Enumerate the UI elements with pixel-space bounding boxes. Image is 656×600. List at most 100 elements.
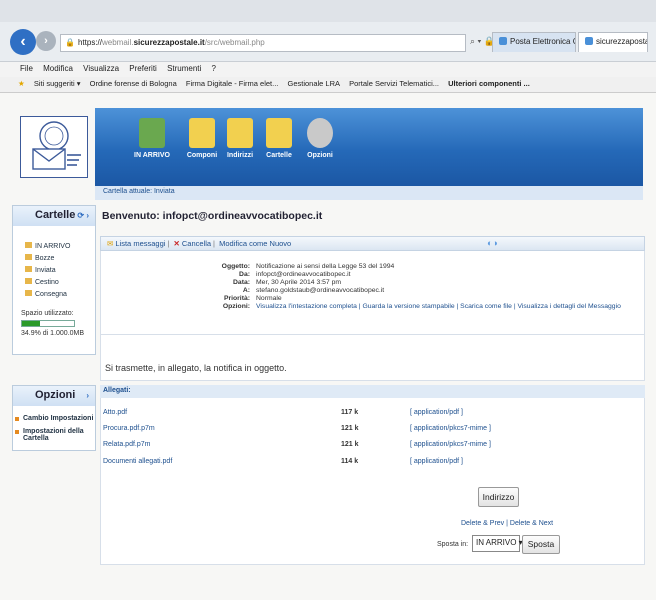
toolbar-label: Indirizzi	[226, 152, 254, 159]
attachment-row: Procura.pdf.p7m 121 k [ application/pkcs…	[100, 421, 645, 438]
options-title: Opzioni ›	[13, 386, 95, 406]
attachments-title: Allegati:	[100, 385, 645, 398]
envelope-seal-icon	[32, 121, 81, 170]
folder-icon	[25, 266, 32, 272]
folder-drafts[interactable]: Bozze	[13, 252, 95, 264]
attachment-type[interactable]: [ application/pkcs7-mime ]	[410, 425, 491, 432]
attachment-size: 121 k	[341, 425, 359, 432]
folder-icon	[266, 118, 292, 148]
fav-item[interactable]: Ulteriori componenti ...	[448, 79, 530, 88]
attachment-size: 121 k	[341, 441, 359, 448]
toolbar-label: IN ARRIVO	[134, 152, 170, 159]
attachment-name[interactable]: Procura.pdf.p7m	[103, 425, 155, 432]
toolbar-folders[interactable]: Cartelle	[258, 118, 300, 159]
attachment-name[interactable]: Relata.pdf.p7m	[103, 441, 150, 448]
fav-item[interactable]: Portale Servizi Telematici...	[349, 79, 439, 88]
usage-fill	[22, 321, 41, 326]
gear-icon	[307, 118, 333, 148]
delete-link[interactable]: Cancella	[182, 239, 211, 248]
folder-icon	[25, 242, 32, 248]
message-body-text: Si trasmette, in allegato, la notifica i…	[105, 363, 287, 373]
url-domain: sicurezzapostale.it	[133, 38, 205, 47]
move-label: Sposta in:	[437, 541, 469, 548]
delete-nav-links: Delete & Prev | Delete & Next	[461, 520, 554, 527]
back-button[interactable]: ‹	[10, 29, 36, 55]
delete-prev-link[interactable]: Delete & Prev	[461, 520, 504, 527]
folder-delivery[interactable]: Consegna	[13, 288, 95, 300]
forward-button[interactable]: ›	[36, 31, 56, 51]
tab-sicurezzapostale[interactable]: sicurezzapostale.it	[578, 32, 648, 52]
list-messages-link[interactable]: Lista messaggi	[115, 239, 165, 248]
sicurezza-postale-logo	[20, 116, 88, 178]
delete-next-link[interactable]: Delete & Next	[510, 520, 553, 527]
toolbar-label: Componi	[186, 152, 218, 159]
option-folder-settings[interactable]: Impostazioni della Cartella	[13, 425, 95, 445]
folder-sent[interactable]: Inviata	[13, 264, 95, 276]
folders-title: Cartelle ⟳ ›	[13, 206, 95, 226]
attachment-name[interactable]: Atto.pdf	[103, 409, 127, 416]
addressbook-icon	[227, 118, 253, 148]
chevron-right-icon[interactable]: ›	[86, 391, 89, 400]
current-folder: Cartella attuale: Inviata	[95, 186, 643, 200]
envelope-icon: ✉	[107, 239, 114, 248]
fav-item[interactable]: Siti suggeriti ▾	[34, 79, 81, 88]
menu-preferiti[interactable]: Preferiti	[129, 64, 157, 73]
inbox-icon	[139, 118, 165, 148]
option-change-settings[interactable]: Cambio Impostazioni	[13, 412, 95, 425]
menu-help[interactable]: ?	[212, 64, 216, 73]
options-links[interactable]: Visualizza l'intestazione completa | Gua…	[256, 303, 621, 310]
welcome-text: Benvenuto: infopct@ordineavvocatibopec.i…	[102, 210, 323, 222]
menu-file[interactable]: File	[20, 64, 33, 73]
message-actions: ✉ Lista messaggi | ✕ Cancella | Modifica c…	[100, 236, 645, 251]
favorites-bar: ★ Siti suggeriti ▾ Ordine forense di Bol…	[0, 77, 656, 93]
attachment-type[interactable]: [ application/pdf ]	[410, 409, 463, 416]
folders-panel: Cartelle ⟳ › IN ARRIVO Bozze Inviata Cest…	[12, 205, 96, 355]
attachment-row: Relata.pdf.p7m 121 k [ application/pkcs7…	[100, 437, 645, 454]
attachment-row: Documenti allegati.pdf 114 k [ applicati…	[100, 454, 645, 471]
message-body	[100, 335, 645, 381]
menu-modifica[interactable]: Modifica	[43, 64, 73, 73]
usage-bar	[21, 320, 75, 327]
folder-inbox[interactable]: IN ARRIVO	[13, 240, 95, 252]
toolbar-options[interactable]: Opzioni	[299, 118, 341, 159]
folder-trash[interactable]: Cestino	[13, 276, 95, 288]
attachment-size: 114 k	[341, 458, 359, 465]
move-folder-select[interactable]: IN ARRIVO ▾	[472, 535, 523, 552]
tab-label: Posta Elettronica Certificata	[510, 37, 575, 46]
menu-bar: File Modifica Visualizza Preferiti Strum…	[0, 62, 656, 77]
tab-favicon	[585, 37, 593, 45]
options-panel: Opzioni › Cambio Impostazioni Impostazion…	[12, 385, 96, 451]
star-icon: ★	[18, 79, 25, 88]
tab-favicon	[499, 37, 507, 45]
fav-item[interactable]: Gestionale LRA	[287, 79, 340, 88]
attachment-row: Atto.pdf 117 k [ application/pdf ]	[100, 405, 645, 422]
move-button[interactable]: Sposta	[522, 535, 560, 554]
url-scheme: https://	[77, 38, 102, 47]
attachment-type[interactable]: [ application/pkcs7-mime ]	[410, 441, 491, 448]
url-input[interactable]: 🔒 https://webmail.sicurezzapostale.it/src…	[60, 34, 466, 52]
toolbar-label: Opzioni	[307, 152, 333, 159]
mark-unread-link[interactable]: Modifica come Nuovo	[219, 239, 291, 248]
usage-text: 34.9% di 1.000.0MB	[21, 330, 85, 337]
tab-label: sicurezzapostale.it	[596, 37, 648, 46]
attachment-type[interactable]: [ application/pdf ]	[410, 458, 463, 465]
toolbar-label: Cartelle	[266, 152, 292, 159]
toolbar-addresses[interactable]: Indirizzi	[219, 118, 261, 159]
prev-next-icons[interactable]: ◐◑	[487, 238, 498, 248]
tab-pec[interactable]: Posta Elettronica Certificata	[492, 32, 576, 52]
compose-icon	[189, 118, 215, 148]
folder-icon	[25, 290, 32, 296]
attachment-name[interactable]: Documenti allegati.pdf	[103, 458, 172, 465]
menu-visualizza[interactable]: Visualizza	[83, 64, 119, 73]
refresh-icon[interactable]: ⟳ ›	[77, 211, 89, 220]
folder-icon	[25, 278, 32, 284]
toolbar-inbox[interactable]: IN ARRIVO	[131, 118, 173, 159]
browser-top-strip	[0, 0, 656, 22]
address-button[interactable]: Indirizzo	[478, 487, 519, 507]
url-prefix: webmail.	[101, 38, 134, 47]
fav-item[interactable]: Firma Digitale - Firma elet...	[186, 79, 279, 88]
webmail-toolbar	[95, 108, 643, 186]
toolbar-compose[interactable]: Componi	[181, 118, 223, 159]
fav-item[interactable]: Ordine forense di Bologna	[90, 79, 177, 88]
menu-strumenti[interactable]: Strumenti	[167, 64, 201, 73]
